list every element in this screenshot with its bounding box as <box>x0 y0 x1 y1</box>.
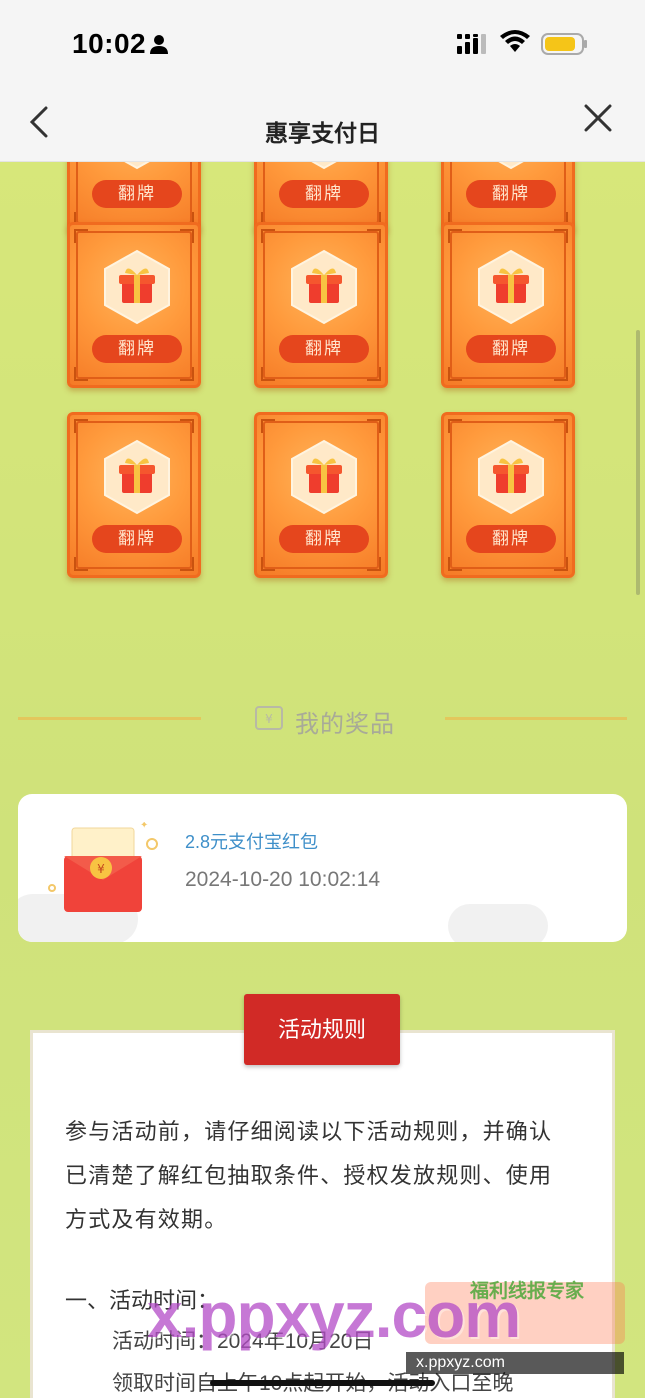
card-corner <box>180 557 194 571</box>
card-corner <box>367 419 381 433</box>
prize-item[interactable]: ¥ ✦ 2.8元支付宝红包 2024-10-20 10:02:14 <box>18 794 627 942</box>
status-time: 10:02 <box>72 28 147 59</box>
flip-card[interactable]: 翻牌 <box>441 412 575 578</box>
prize-time: 2024-10-20 10:02:14 <box>185 868 380 891</box>
flip-card[interactable]: 翻牌 <box>254 222 388 388</box>
divider-right <box>445 717 627 720</box>
gift-icon <box>478 249 544 325</box>
rules-intro-line: 已清楚了解红包抽取条件、授权发放规则、使用 <box>65 1163 553 1188</box>
svg-text:✦: ✦ <box>140 822 148 831</box>
cloud-decoration <box>448 904 548 942</box>
card-corner <box>180 367 194 381</box>
rules-intro-line: 方式及有效期。 <box>65 1207 228 1232</box>
divider-left <box>18 717 201 720</box>
close-icon[interactable] <box>582 102 614 134</box>
page-title: 惠享支付日 <box>265 120 380 146</box>
card-corner <box>367 367 381 381</box>
prize-name: 2.8元支付宝红包 <box>185 832 319 852</box>
wifi-icon <box>500 30 530 52</box>
gift-icon <box>104 439 170 515</box>
flip-card[interactable]: 翻牌 <box>254 412 388 578</box>
home-indicator <box>210 1380 435 1386</box>
ticket-icon: ¥ <box>255 706 283 730</box>
svg-text:¥: ¥ <box>97 862 105 876</box>
gift-icon <box>478 439 544 515</box>
signal-icon <box>457 34 486 54</box>
person-icon <box>150 35 168 54</box>
gift-icon <box>291 249 357 325</box>
flip-button[interactable]: 翻牌 <box>466 180 556 208</box>
card-corner <box>180 229 194 243</box>
nav-bar: 惠享支付日 <box>0 90 645 162</box>
status-bar: 10:02 <box>0 0 645 90</box>
card-corner <box>261 419 275 433</box>
card-corner <box>261 367 275 381</box>
rules-intro: 参与活动前，请仔细阅读以下活动规则，并确认 已清楚了解红包抽取条件、授权发放规则… <box>65 1110 585 1242</box>
gift-icon <box>124 162 150 170</box>
flip-button[interactable]: 翻牌 <box>279 335 369 363</box>
card-corner <box>554 367 568 381</box>
flip-button[interactable]: 翻牌 <box>92 335 182 363</box>
scrollbar[interactable] <box>636 330 640 595</box>
flip-card[interactable]: 翻牌 <box>67 412 201 578</box>
card-corner <box>261 557 275 571</box>
watermark-small: x.ppxyz.com <box>406 1352 624 1374</box>
card-corner <box>554 229 568 243</box>
flip-button[interactable]: 翻牌 <box>466 335 556 363</box>
prize-section-title: 我的奖品 <box>295 711 395 738</box>
gift-icon <box>498 162 524 170</box>
card-corner <box>554 419 568 433</box>
flip-card[interactable]: 翻牌 <box>441 222 575 388</box>
card-corner <box>448 557 462 571</box>
rules-intro-line: 参与活动前，请仔细阅读以下活动规则，并确认 <box>65 1119 553 1144</box>
battery-icon <box>541 33 587 55</box>
card-corner <box>74 229 88 243</box>
gift-icon <box>291 439 357 515</box>
gift-icon <box>311 162 337 170</box>
card-corner <box>74 419 88 433</box>
svg-text:¥: ¥ <box>265 712 273 726</box>
flip-button[interactable]: 翻牌 <box>92 525 182 553</box>
card-corner <box>554 557 568 571</box>
card-corner <box>74 367 88 381</box>
prize-section-header: ¥ 我的奖品 <box>0 672 645 772</box>
flip-button[interactable]: 翻牌 <box>279 180 369 208</box>
gift-icon <box>104 249 170 325</box>
flip-card-grid: 翻牌 翻牌 翻牌 翻牌 翻牌 翻牌 翻牌 翻牌 翻牌 <box>0 162 645 672</box>
card-corner <box>74 557 88 571</box>
flip-button[interactable]: 翻牌 <box>466 525 556 553</box>
flip-button[interactable]: 翻牌 <box>279 525 369 553</box>
red-envelope-icon: ¥ ✦ <box>48 822 158 912</box>
flip-card[interactable]: 翻牌 <box>67 222 201 388</box>
flip-button[interactable]: 翻牌 <box>92 180 182 208</box>
card-corner <box>448 419 462 433</box>
rules-tab[interactable]: 活动规则 <box>244 994 400 1065</box>
watermark-text: x.ppxyz.com <box>147 1279 521 1351</box>
card-corner <box>448 229 462 243</box>
card-corner <box>367 229 381 243</box>
card-corner <box>367 557 381 571</box>
card-corner <box>261 229 275 243</box>
card-corner <box>180 419 194 433</box>
card-corner <box>448 367 462 381</box>
